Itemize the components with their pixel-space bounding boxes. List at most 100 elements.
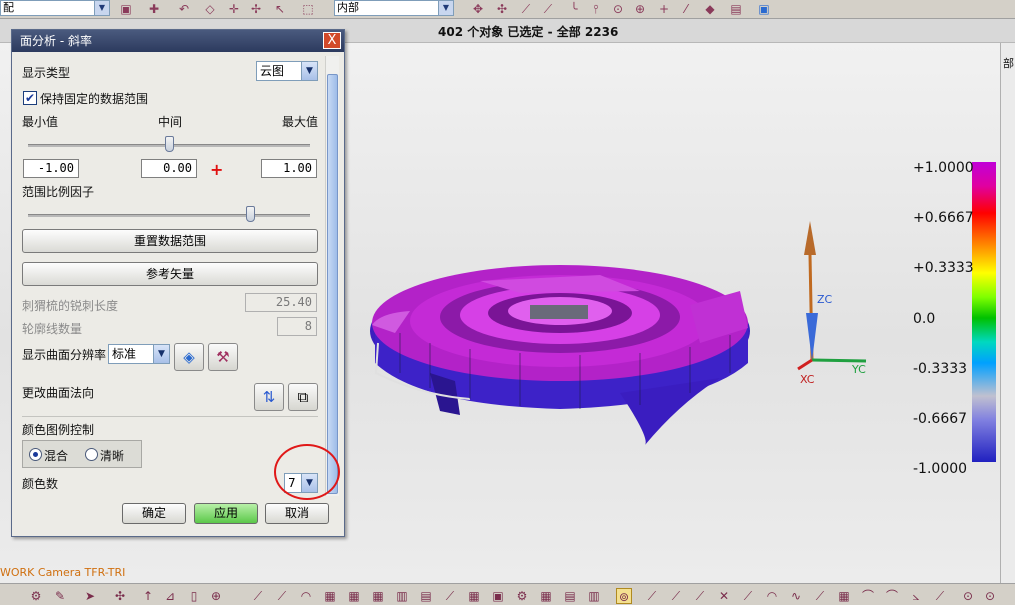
doc-icon[interactable]: ▯	[186, 588, 202, 604]
cancel-button[interactable]: 取消	[265, 503, 329, 524]
up-arrow-icon[interactable]: ↑	[140, 588, 156, 604]
hedgehog-length-label: 刺猬梳的锐刺长度	[22, 299, 119, 313]
apply-button[interactable]: 应用	[194, 503, 258, 524]
line-icon[interactable]: ⟋	[932, 588, 948, 604]
max-value-input[interactable]: 1.00	[261, 159, 317, 178]
display-type-select[interactable]: 云图 ▼	[256, 61, 318, 81]
line-icon[interactable]: ⟋	[274, 588, 290, 604]
chevron-down-icon[interactable]: ▼	[153, 345, 169, 363]
face-analysis-dialog: 面分析 - 斜率 X 显示类型 云图 ▼ ✔ 保持固定的数据范围 最小值 中间 …	[11, 29, 345, 537]
lock-icon[interactable]: ⊚	[616, 588, 632, 604]
grid-icon[interactable]: ▦	[538, 588, 554, 604]
cursor-cross-icon: +	[210, 160, 224, 179]
blend-radio[interactable]	[29, 448, 42, 461]
plane-icon[interactable]: ⊿	[162, 588, 178, 604]
line-icon[interactable]: ⟋	[442, 588, 458, 604]
grid-icon[interactable]: ▥	[586, 588, 602, 604]
tag-icon[interactable]: ◆	[702, 1, 718, 17]
flip-normal-icon[interactable]: ⇅	[254, 383, 284, 411]
move-icon[interactable]: ✣	[112, 588, 128, 604]
dialog-scrollbar[interactable]	[325, 56, 339, 496]
surface-render-icon[interactable]: ⚒	[208, 343, 238, 371]
min-value-input[interactable]: -1.00	[23, 159, 79, 178]
grid-icon[interactable]: ▤	[418, 588, 434, 604]
scrollbar-thumb[interactable]	[327, 74, 338, 494]
resource-bar[interactable]: 部	[1000, 43, 1015, 583]
grid-icon[interactable]: ▣	[490, 588, 506, 604]
filter-icon[interactable]: ⊕	[208, 588, 224, 604]
display-type-label: 显示类型	[22, 66, 71, 80]
arc-icon[interactable]: ◠	[764, 588, 780, 604]
reverse-normal-icon[interactable]: ⧉	[288, 383, 318, 411]
reference-vector-button[interactable]: 参考矢量	[22, 262, 318, 286]
grid-icon[interactable]: ▥	[394, 588, 410, 604]
curve-icon[interactable]: ∿	[788, 588, 804, 604]
scale-factor-slider-thumb[interactable]	[246, 206, 255, 222]
arrow-icon[interactable]: ➤	[82, 588, 98, 604]
selection-scope-combo[interactable]: 内部 ▼	[334, 0, 454, 16]
contour-count-input: 8	[277, 317, 317, 336]
scale-factor-slider-track[interactable]	[28, 214, 310, 217]
color-count-label: 颜色数	[22, 477, 59, 491]
line-icon[interactable]: ⟋	[812, 588, 828, 604]
line-icon[interactable]: ⟋	[644, 588, 660, 604]
curve-icon[interactable]: ⌒	[860, 588, 876, 604]
gear-icon[interactable]: ⚙	[514, 588, 530, 604]
sharp-radio[interactable]	[85, 448, 98, 461]
pin-icon[interactable]: ⫯	[588, 1, 604, 17]
curve-icon[interactable]: ⟋	[540, 1, 556, 17]
target-icon[interactable]: ⊕	[632, 1, 648, 17]
line-icon[interactable]: ⟋	[518, 1, 534, 17]
arrow-icon[interactable]: ↖	[272, 1, 288, 17]
chevron-down-icon[interactable]: ▼	[301, 62, 317, 80]
chevron-down-icon[interactable]: ▼	[94, 1, 109, 15]
close-icon[interactable]: X	[323, 32, 341, 49]
grid-icon[interactable]: ▦	[466, 588, 482, 604]
cube-icon[interactable]: ▣	[756, 1, 772, 17]
doc-icon[interactable]: ▤	[728, 1, 744, 17]
render-style-icon[interactable]: ✚	[146, 1, 162, 17]
layer-combo[interactable]: 配 ▼	[0, 0, 110, 16]
shape-icon[interactable]: ◇	[202, 1, 218, 17]
grid-icon[interactable]: ▤	[562, 588, 578, 604]
cross-icon[interactable]: ✕	[716, 588, 732, 604]
undo-icon[interactable]: ↶	[176, 1, 192, 17]
sketch-icon[interactable]: ⟋	[250, 588, 266, 604]
reset-range-button[interactable]: 重置数据范围	[22, 229, 318, 253]
circle-icon[interactable]: ⊙	[982, 588, 998, 604]
grid-icon[interactable]: ▦	[322, 588, 338, 604]
ok-button[interactable]: 确定	[122, 503, 186, 524]
top-toolbar: 配 ▼ ▣ ✚ ↶ ◇ ✛ ✢ ↖ ⬚ 内部 ▼ ✥ ✣ ⟋ ⟋ ╰ ⫯ ⊙ ⊕…	[0, 0, 1015, 19]
cube-view-icon[interactable]: ◈	[174, 343, 204, 371]
circle-icon[interactable]: ⊙	[610, 1, 626, 17]
grid-icon[interactable]: ▦	[370, 588, 386, 604]
curve-icon[interactable]: ⌒	[884, 588, 900, 604]
plus-icon[interactable]: +	[656, 1, 672, 17]
tool-icon[interactable]: ✎	[52, 588, 68, 604]
arc-icon[interactable]: ╰	[566, 1, 582, 17]
snap-point-icon[interactable]: ✢	[248, 1, 264, 17]
move-icon[interactable]: ✥	[470, 1, 486, 17]
slash-icon[interactable]: ⁄	[678, 1, 694, 17]
view-icon[interactable]: ⚙	[28, 588, 44, 604]
mid-value-input[interactable]: 0.00	[141, 159, 197, 178]
line-icon[interactable]: ⟋	[668, 588, 684, 604]
arc-icon[interactable]: ◠	[298, 588, 314, 604]
min-label: 最小值	[22, 115, 59, 129]
angle-icon[interactable]: ⦣	[908, 588, 924, 604]
transform-icon[interactable]: ✣	[494, 1, 510, 17]
save-icon[interactable]: ▣	[118, 1, 134, 17]
resolution-select[interactable]: 标准 ▼	[108, 344, 170, 364]
chevron-down-icon[interactable]: ▼	[438, 1, 453, 15]
grid-icon[interactable]: ▦	[346, 588, 362, 604]
grid-icon[interactable]: ▦	[836, 588, 852, 604]
part-model[interactable]	[370, 265, 750, 445]
line-icon[interactable]: ⟋	[692, 588, 708, 604]
snap-icon[interactable]: ✛	[226, 1, 242, 17]
range-slider-thumb[interactable]	[165, 136, 174, 152]
keep-range-checkbox[interactable]: ✔	[23, 91, 37, 105]
circle-icon[interactable]: ⊙	[960, 588, 976, 604]
select-box-icon[interactable]: ⬚	[300, 1, 316, 17]
line-icon[interactable]: ⟋	[740, 588, 756, 604]
highlight-circle	[274, 444, 340, 500]
